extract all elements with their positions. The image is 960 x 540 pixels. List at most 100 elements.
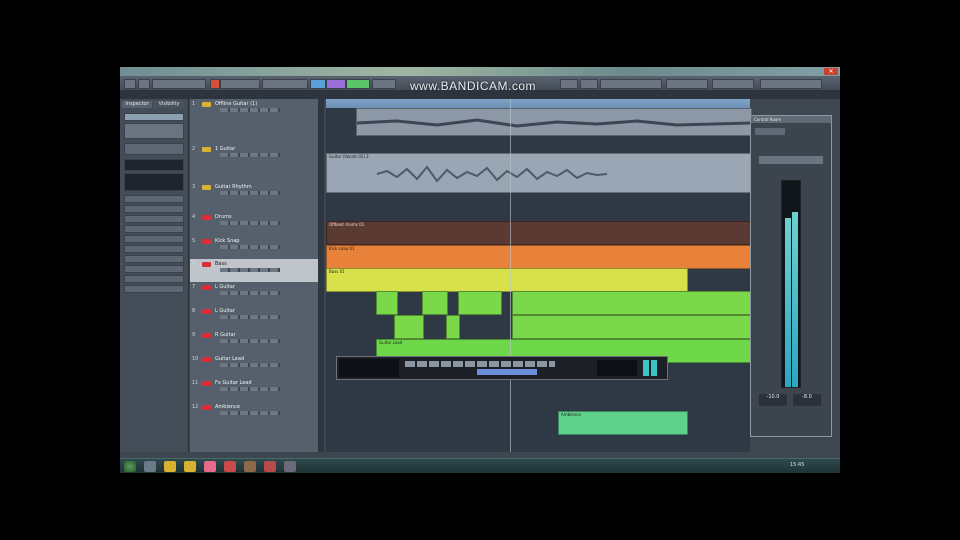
taskbar-app-icon[interactable] [244,461,256,472]
audio-clip-kick[interactable]: Kick snap 01 [326,245,752,269]
inspector-section[interactable] [124,215,184,223]
track-name: L Guitar [215,284,235,290]
clip-label: Guitar Lead [379,340,403,345]
track-buttons[interactable] [220,411,280,415]
audio-clip-vocal[interactable]: Guitar (Vocals 01) 2 [326,153,752,193]
audio-clip-drums[interactable]: Offbeat drums 01 [326,221,752,245]
tray-clock[interactable]: 15:45 [790,462,804,468]
track-name: Bass [215,261,227,267]
record-button[interactable] [210,79,220,89]
track-name: Offline Guitar (1) [215,101,258,107]
toolbar-button[interactable] [372,79,396,89]
clip-label: Offbeat drums 01 [329,222,365,227]
toolbar-button[interactable] [262,79,308,89]
toolbar-button[interactable] [760,79,822,89]
audio-clip[interactable] [446,315,460,339]
toolbar-button[interactable] [560,79,578,89]
track-header[interactable]: 11 Fx Guitar Lead [190,378,318,403]
track-buttons[interactable] [220,268,280,272]
taskbar-app-icon[interactable] [284,461,296,472]
toolbar-button[interactable] [220,79,260,89]
inspector-section[interactable] [124,255,184,263]
track-header[interactable]: 10 Guitar Lead [190,354,318,379]
taskbar-app-icon[interactable] [224,461,236,472]
track-number: 8 [192,308,196,314]
inspector-routing[interactable] [124,159,184,171]
track-header[interactable]: 1 Offline Guitar (1) [190,99,318,145]
track-buttons[interactable] [220,191,280,195]
track-type-badge [202,285,211,290]
inspector-volume[interactable] [124,143,184,155]
inspector-section[interactable] [124,285,184,293]
track-buttons[interactable] [220,291,280,295]
transport-panel[interactable] [336,356,668,380]
inspector-section[interactable] [124,245,184,253]
track-header[interactable]: 12 Ambience [190,402,318,453]
toolbar-button[interactable] [152,79,206,89]
taskbar-app-icon[interactable] [144,461,156,472]
track-buttons[interactable] [220,108,280,112]
inspector-controls[interactable] [124,123,184,139]
toolbar-button[interactable] [346,79,370,89]
taskbar-app-icon[interactable] [204,461,216,472]
audio-clip[interactable] [512,291,752,315]
track-header[interactable]: 3 Guitar Rhythm [190,182,318,213]
toolbar-button[interactable] [310,79,326,89]
inspector-routing[interactable] [124,173,184,191]
inspector-track-name[interactable] [124,113,184,121]
inspector-section[interactable] [124,235,184,243]
track-list: 1 Offline Guitar (1) 2 1 Guitar 3 Guitar Rh… [190,99,318,453]
taskbar-app-icon[interactable] [184,461,196,472]
toolbar-button[interactable] [600,79,662,89]
inspector-section[interactable] [124,225,184,233]
panel-selector[interactable] [759,156,823,164]
toolbar-button[interactable] [124,79,136,89]
inspector-section[interactable] [124,205,184,213]
panel-tab[interactable] [755,128,785,135]
track-buttons[interactable] [220,221,280,225]
toolbar-button[interactable] [326,79,346,89]
track-type-badge [202,357,211,362]
audio-clip[interactable] [458,291,502,315]
inspector-section[interactable] [124,265,184,273]
taskbar-app-icon[interactable] [164,461,176,472]
track-header[interactable]: 8 L Guitar [190,306,318,331]
track-buttons[interactable] [220,315,280,319]
audio-clip[interactable] [422,291,448,315]
track-header[interactable]: 7 L Guitar [190,282,318,307]
track-header-selected[interactable]: 6 Bass [190,259,318,283]
audio-clip-ambience[interactable]: Ambience [558,411,688,435]
inspector-section[interactable] [124,275,184,283]
audio-clip-bass[interactable]: Bass 01 [326,268,688,292]
track-buttons[interactable] [220,387,280,391]
meter-bar-right [792,211,798,387]
track-header[interactable]: 9 R Guitar [190,330,318,355]
tab-inspector[interactable]: Inspector [122,101,152,108]
track-name: Guitar Rhythm [215,184,252,190]
track-buttons[interactable] [220,245,280,249]
track-buttons[interactable] [220,153,280,157]
track-buttons[interactable] [220,339,280,343]
transport-buttons[interactable] [477,369,537,375]
start-button[interactable] [124,461,136,472]
toolbar-button[interactable] [666,79,708,89]
arrange-window[interactable]: Guitar (Vocals 01) 2 Offbeat drums 01 Ki… [326,108,752,452]
taskbar-app-icon[interactable] [264,461,276,472]
audio-clip[interactable] [512,315,752,339]
toolbar-button[interactable] [712,79,754,89]
audio-clip[interactable] [394,315,424,339]
track-header[interactable]: 2 1 Guitar [190,144,318,183]
track-header[interactable]: 5 Kick Snap [190,236,318,260]
audio-clip[interactable] [376,291,398,315]
audio-clip[interactable] [356,108,752,136]
track-header[interactable]: 4 Drums [190,212,318,237]
toolbar-button[interactable] [138,79,150,89]
track-buttons[interactable] [220,363,280,367]
transport-buttons[interactable] [405,361,555,367]
toolbar-button[interactable] [580,79,598,89]
tab-visibility[interactable]: Visibility [154,101,184,108]
playhead-cursor[interactable] [510,99,511,452]
timeline-ruler[interactable] [326,99,750,108]
close-button[interactable]: ✕ [824,68,838,75]
inspector-section[interactable] [124,195,184,203]
